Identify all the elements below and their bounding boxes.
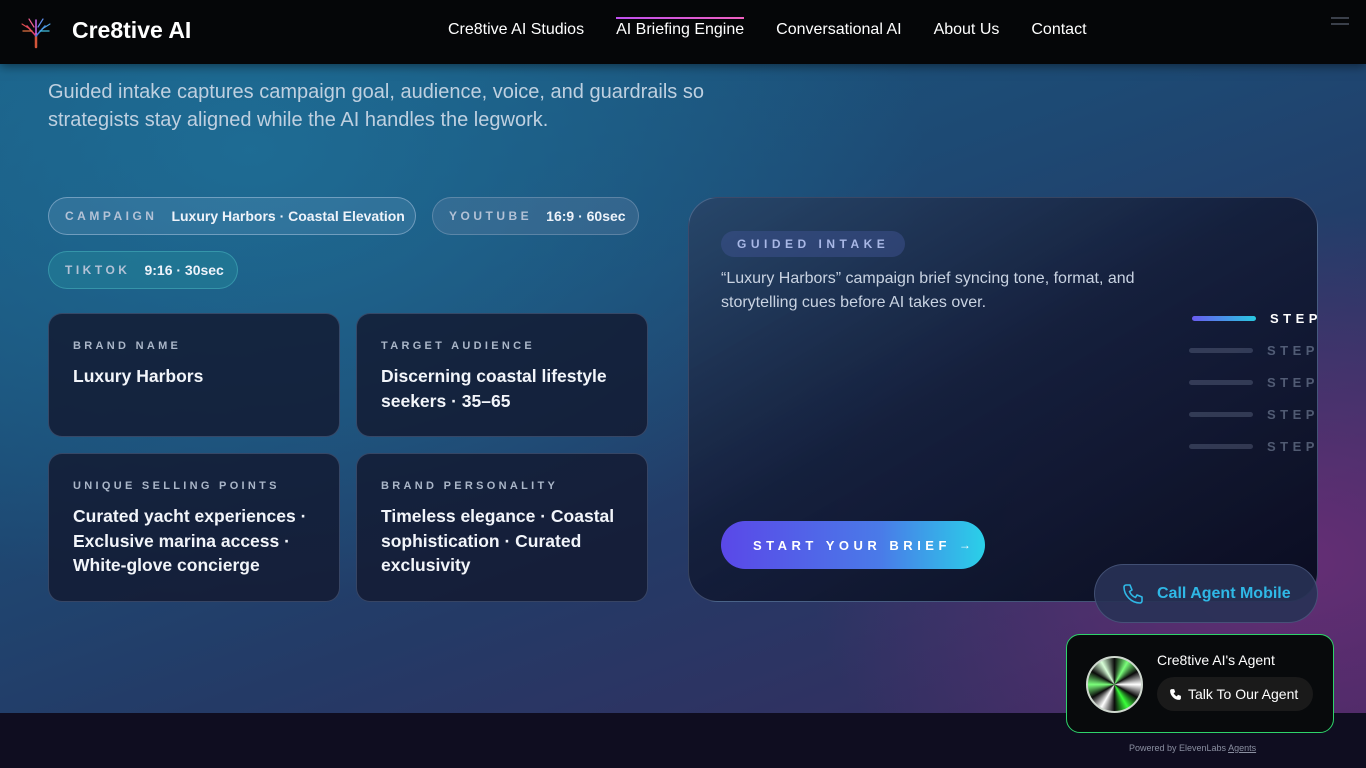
chip-label: CAMPAIGN [65, 209, 158, 223]
step-04[interactable]: STEP 04 [1189, 407, 1318, 422]
chip-value: 16:9 · 60sec [546, 208, 626, 224]
nav-item-contact[interactable]: Contact [1031, 21, 1086, 39]
phone-icon [1123, 583, 1143, 604]
campaign-chip: CAMPAIGN Luxury Harbors · Coastal Elevat… [48, 197, 416, 235]
arrow-right-icon: → [958, 538, 971, 552]
step-bar [1189, 348, 1253, 353]
powered-by-prefix: Powered by ElevenLabs [1129, 743, 1227, 753]
step-label: STEP 04 [1267, 407, 1318, 422]
step-02[interactable]: STEP 02 [1189, 343, 1318, 358]
main-menu: Cre8tive AI Studios AI Briefing Engine C… [448, 17, 1087, 39]
step-label: STEP 01 [1270, 311, 1318, 326]
talk-to-agent-button[interactable]: Talk To Our Agent [1157, 677, 1313, 711]
card-label: BRAND PERSONALITY [381, 480, 559, 492]
nav-item-briefing-engine[interactable]: AI Briefing Engine [616, 17, 745, 39]
brand-name-card: BRAND NAME Luxury Harbors [48, 313, 340, 437]
brand-name[interactable]: Cre8tive AI [72, 17, 191, 44]
step-bar [1189, 380, 1253, 385]
intro-text: Guided intake captures campaign goal, au… [48, 81, 704, 131]
agent-title: Cre8tive AI's Agent [1157, 652, 1275, 668]
card-label: BRAND NAME [73, 340, 182, 352]
step-bar [1189, 412, 1253, 417]
voice-agent-widget: Cre8tive AI's Agent Talk To Our Agent [1066, 634, 1334, 733]
card-value: Luxury Harbors [73, 366, 204, 386]
guided-intake-panel: GUIDED INTAKE “Luxury Harbors” campaign … [688, 197, 1318, 602]
step-bar [1189, 444, 1253, 449]
step-bar [1192, 316, 1256, 321]
talk-to-agent-label: Talk To Our Agent [1188, 686, 1299, 702]
top-navbar: Cre8tive AI Cre8tive AI Studios AI Brief… [0, 0, 1366, 64]
card-label: TARGET AUDIENCE [381, 340, 535, 352]
chip-value: 9:16 · 30sec [144, 262, 224, 278]
nav-item-studios[interactable]: Cre8tive AI Studios [448, 21, 584, 39]
step-05[interactable]: STEP 05 [1189, 439, 1318, 454]
step-label: STEP 05 [1267, 439, 1318, 454]
youtube-chip: YOUTUBE 16:9 · 60sec [432, 197, 639, 235]
step-label: STEP 02 [1267, 343, 1318, 358]
call-agent-mobile-button[interactable]: Call Agent Mobile [1094, 564, 1318, 623]
phone-icon [1170, 688, 1181, 700]
tree-logo-icon[interactable] [18, 14, 54, 50]
hamburger-menu-icon[interactable] [1331, 17, 1349, 31]
card-value: Timeless elegance · Coastal sophisticati… [381, 506, 615, 575]
usp-card: UNIQUE SELLING POINTS Curated yacht expe… [48, 453, 340, 602]
card-value: Curated yacht experiences · Exclusive ma… [73, 506, 307, 575]
step-03[interactable]: STEP 03 [1189, 375, 1318, 390]
tiktok-chip: TIKTOK 9:16 · 30sec [48, 251, 238, 289]
agent-orb-avatar[interactable] [1086, 656, 1143, 713]
nav-item-conversational-ai[interactable]: Conversational AI [776, 21, 901, 39]
chip-label: YOUTUBE [449, 209, 533, 223]
chip-value: Luxury Harbors · Coastal Elevation [171, 208, 405, 224]
powered-by-text: Powered by ElevenLabs Agents [1129, 743, 1256, 753]
brand-personality-card: BRAND PERSONALITY Timeless elegance · Co… [356, 453, 648, 602]
start-brief-label: START YOUR BRIEF [753, 537, 951, 553]
card-value: Discerning coastal lifestyle seekers · 3… [381, 366, 607, 411]
target-audience-card: TARGET AUDIENCE Discerning coastal lifes… [356, 313, 648, 437]
card-label: UNIQUE SELLING POINTS [73, 480, 280, 492]
step-01[interactable]: STEP 01 [1192, 311, 1318, 326]
start-brief-button[interactable]: START YOUR BRIEF → [721, 521, 985, 569]
chip-label: TIKTOK [65, 263, 131, 277]
nav-item-about-us[interactable]: About Us [934, 21, 1000, 39]
step-label: STEP 03 [1267, 375, 1318, 390]
agents-link[interactable]: Agents [1228, 743, 1256, 753]
call-agent-mobile-label: Call Agent Mobile [1157, 584, 1291, 602]
guided-intake-badge: GUIDED INTAKE [721, 231, 906, 257]
panel-description: “Luxury Harbors” campaign brief syncing … [721, 270, 1135, 311]
